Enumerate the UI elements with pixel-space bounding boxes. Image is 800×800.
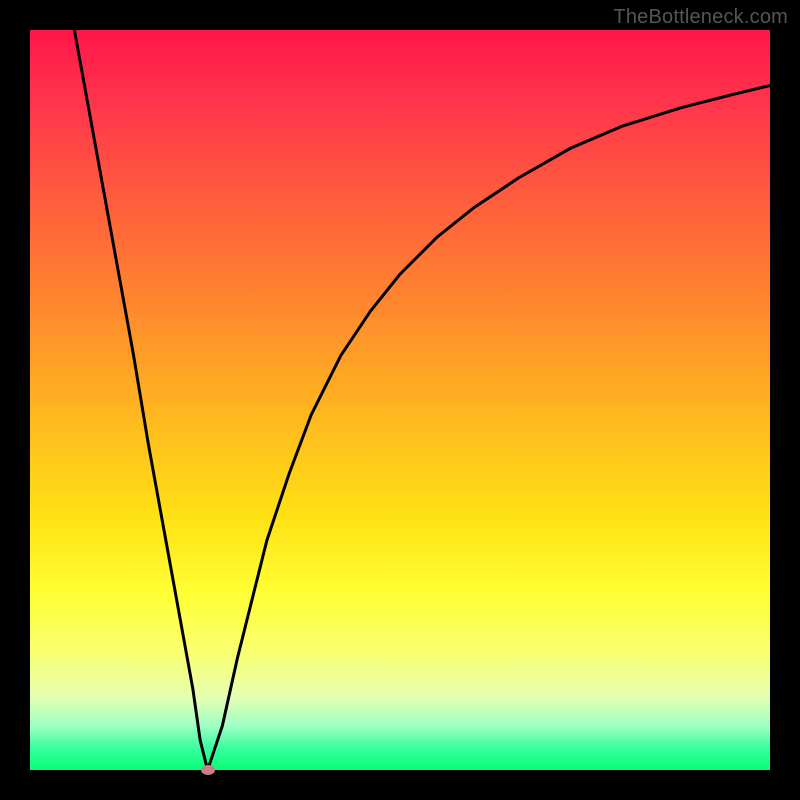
- watermark-text: TheBottleneck.com: [613, 6, 788, 29]
- curve-path: [74, 30, 770, 770]
- optimum-marker: [201, 765, 215, 775]
- plot-area: [30, 30, 770, 770]
- bottleneck-curve: [30, 30, 770, 770]
- chart-frame: TheBottleneck.com: [0, 0, 800, 800]
